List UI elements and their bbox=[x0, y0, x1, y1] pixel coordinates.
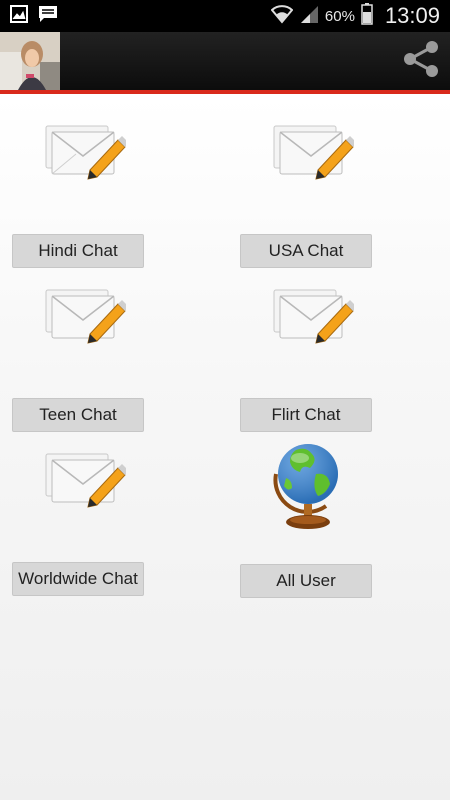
tile-worldwide-chat[interactable]: Worldwide Chat bbox=[12, 450, 146, 600]
clock: 13:09 bbox=[384, 3, 440, 28]
envelope-pencil-icon bbox=[270, 122, 357, 212]
message-notification-icon bbox=[38, 5, 58, 28]
battery-icon bbox=[361, 2, 373, 30]
tile-flirt-chat[interactable]: Flirt Chat bbox=[240, 286, 374, 436]
menu-grid: Hindi Chat USA Chat Teen Chat Flirt Chat… bbox=[0, 94, 450, 800]
signal-icon bbox=[299, 4, 319, 29]
tile-usa-chat[interactable]: USA Chat bbox=[240, 122, 374, 272]
flirt-chat-button[interactable]: Flirt Chat bbox=[240, 398, 372, 432]
action-bar bbox=[0, 32, 450, 90]
wifi-icon bbox=[270, 4, 294, 29]
worldwide-chat-button[interactable]: Worldwide Chat bbox=[12, 562, 144, 596]
gallery-notification-icon bbox=[10, 4, 28, 28]
usa-chat-button[interactable]: USA Chat bbox=[240, 234, 372, 268]
tile-hindi-chat[interactable]: Hindi Chat bbox=[12, 122, 146, 272]
envelope-pencil-icon bbox=[42, 122, 129, 212]
envelope-pencil-icon bbox=[42, 450, 129, 540]
tile-teen-chat[interactable]: Teen Chat bbox=[12, 286, 146, 436]
battery-percent: 60% bbox=[324, 7, 355, 25]
share-button[interactable] bbox=[398, 38, 444, 84]
tile-all-user[interactable]: All User bbox=[240, 430, 374, 600]
envelope-pencil-icon bbox=[42, 286, 129, 376]
envelope-pencil-icon bbox=[270, 286, 357, 376]
share-icon bbox=[400, 38, 442, 85]
profile-avatar[interactable] bbox=[0, 32, 60, 90]
all-user-button[interactable]: All User bbox=[240, 564, 372, 598]
hindi-chat-button[interactable]: Hindi Chat bbox=[12, 234, 144, 268]
status-bar: 60% 13:09 bbox=[0, 0, 450, 32]
teen-chat-button[interactable]: Teen Chat bbox=[12, 398, 144, 432]
globe-icon bbox=[266, 434, 346, 534]
